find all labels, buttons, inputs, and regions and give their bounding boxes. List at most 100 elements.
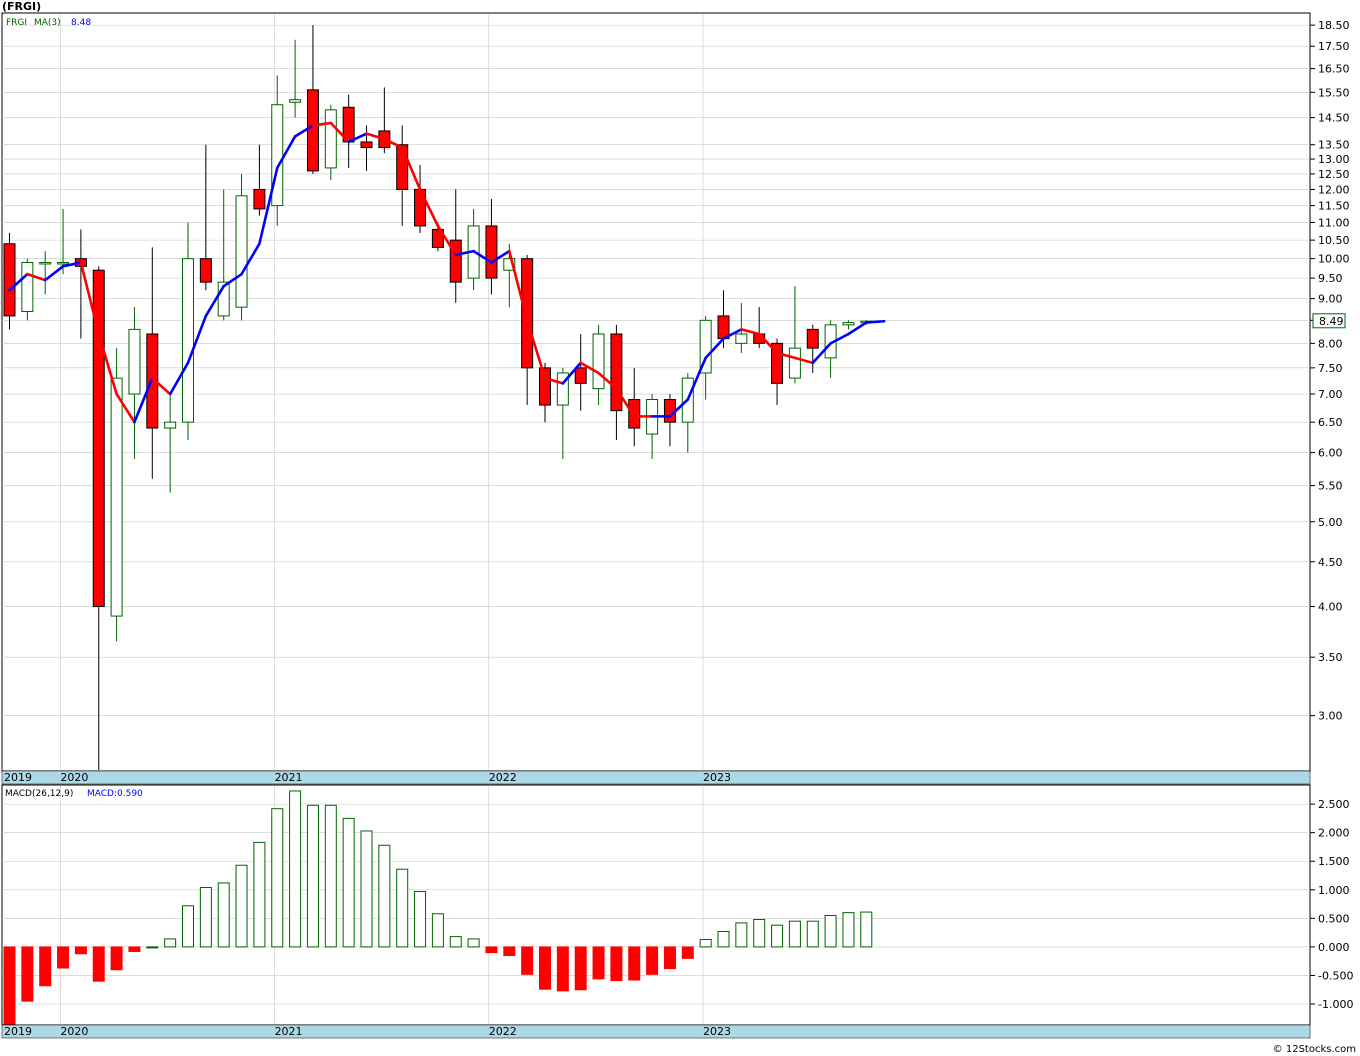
candle-body [235, 195, 248, 308]
macd-bar [21, 946, 34, 1002]
price-tick-label: 17.50 [1318, 40, 1350, 53]
price-tick-label: 4.50 [1318, 556, 1343, 569]
macd-bar [146, 946, 159, 949]
macd-bar [485, 946, 498, 954]
candle-body [574, 367, 587, 384]
last-price-tag: 8.49 [1312, 313, 1346, 329]
x-axis-year-label: 2023 [703, 771, 731, 784]
macd-bar [842, 912, 855, 948]
legend-ma-value: 8.48 [71, 18, 91, 28]
macd-panel: -1.000 -0.500 0.000 0.500 1.000 1.500 2.000 2.5… [1, 784, 1353, 1026]
macd-bar [39, 946, 52, 987]
price-tick-label: 13.00 [1318, 153, 1350, 166]
macd-tick-label: 2.500 [1318, 798, 1350, 811]
macd-bar [128, 946, 141, 952]
price-tick-label: 7.50 [1318, 362, 1343, 375]
macd-bar [92, 946, 105, 982]
price-tick-label: 16.50 [1318, 63, 1350, 76]
ma3-segment [864, 319, 886, 324]
x-axis-year-label: 2022 [489, 771, 517, 784]
macd-bar [663, 946, 676, 970]
price-panel: 3.00 3.50 4.00 4.50 5.00 5.50 6.00 6.50 7.00 7.50… [1, 12, 1350, 772]
macd-tick-label: -1.000 [1318, 998, 1353, 1011]
macd-bar [521, 946, 534, 975]
price-tick-label: 6.00 [1318, 447, 1343, 460]
price-tick-label: 3.50 [1318, 651, 1343, 664]
macd-bar [539, 946, 551, 990]
macd-bar [110, 946, 123, 971]
macd-bar [182, 905, 194, 948]
macd-bar [610, 946, 623, 982]
price-tick-label: 13.50 [1318, 139, 1350, 152]
candle-body [396, 144, 409, 190]
macd-bar [431, 913, 444, 948]
price-tick-label: 12.50 [1318, 168, 1350, 181]
macd-tick-label: 1.500 [1318, 855, 1350, 868]
x-axis-year-label: 2019 [4, 1025, 32, 1038]
candle-body [57, 261, 70, 265]
price-tick-label: 14.50 [1318, 112, 1350, 125]
candle-body [788, 347, 801, 379]
macd-bar [57, 946, 70, 969]
candle-body [842, 322, 855, 326]
macd-bar [824, 914, 837, 948]
candle [21, 258, 34, 321]
candle-body [3, 243, 16, 317]
macd-bar [306, 804, 319, 948]
candle-body [39, 261, 52, 265]
macd-bar [271, 808, 284, 948]
macd-bar [788, 920, 801, 948]
candle-body [253, 188, 266, 210]
price-tick-label: 4.00 [1318, 600, 1343, 613]
price-tick-label: 7.00 [1318, 388, 1343, 401]
macd-bar [378, 844, 391, 948]
x-axis-year-label: 2020 [60, 771, 88, 784]
price-tick-label: 3.00 [1318, 710, 1343, 723]
candle-body [610, 333, 623, 412]
macd-bar [217, 882, 230, 948]
candle [235, 173, 248, 321]
candle-body [360, 141, 373, 149]
price-tick-label: 8.00 [1318, 337, 1343, 350]
x-axis-year-label: 2021 [275, 1025, 303, 1038]
macd-bar [556, 946, 569, 992]
macd-bar [574, 946, 587, 991]
candle-body [521, 258, 534, 369]
price-tick-label: 18.50 [1318, 19, 1350, 32]
price-tick-label: 6.50 [1318, 416, 1343, 429]
candle-body [628, 399, 641, 429]
candle-body [485, 225, 498, 279]
candle-body [110, 377, 123, 617]
candle-body [592, 333, 605, 390]
x-axis-year-label: 2020 [60, 1025, 88, 1038]
legend-symbol: FRGI [6, 18, 27, 28]
candle-body [289, 99, 302, 103]
price-tick-label: 9.50 [1318, 272, 1343, 285]
macd-bar [628, 946, 641, 981]
macd-legend-params: MACD(26,12,9) [5, 789, 73, 799]
last-price-value: 8.49 [1319, 315, 1344, 328]
candle-body [21, 261, 34, 313]
price-y-axis: 3.00 3.50 4.00 4.50 5.00 5.50 6.00 6.50 7.00 7.50… [1310, 19, 1350, 723]
macd-bar [235, 864, 248, 948]
macd-bar [699, 938, 712, 948]
macd-bar [753, 918, 766, 948]
candle-body [324, 109, 337, 169]
macd-bar [681, 946, 694, 959]
x-axis-bar-top [1, 770, 1311, 785]
macd-legend-value: MACD:0.590 [87, 789, 143, 799]
price-tick-label: 12.00 [1318, 183, 1350, 196]
macd-bar [199, 887, 212, 948]
macd-tick-label: 1.000 [1318, 884, 1350, 897]
macd-bar [324, 804, 337, 948]
watermark: © 12Stocks.com [1273, 1044, 1356, 1055]
candle-body [663, 399, 676, 423]
macd-bar [289, 790, 302, 948]
candle-body [182, 258, 194, 423]
candle-body [164, 421, 177, 429]
macd-bar [164, 938, 177, 948]
macd-y-axis: -1.000 -0.500 0.000 0.500 1.000 1.500 2.000 2.5… [1310, 798, 1353, 1011]
price-tick-label: 15.50 [1318, 86, 1350, 99]
x-axis-year-label: 2022 [489, 1025, 517, 1038]
macd-bar [253, 841, 266, 948]
